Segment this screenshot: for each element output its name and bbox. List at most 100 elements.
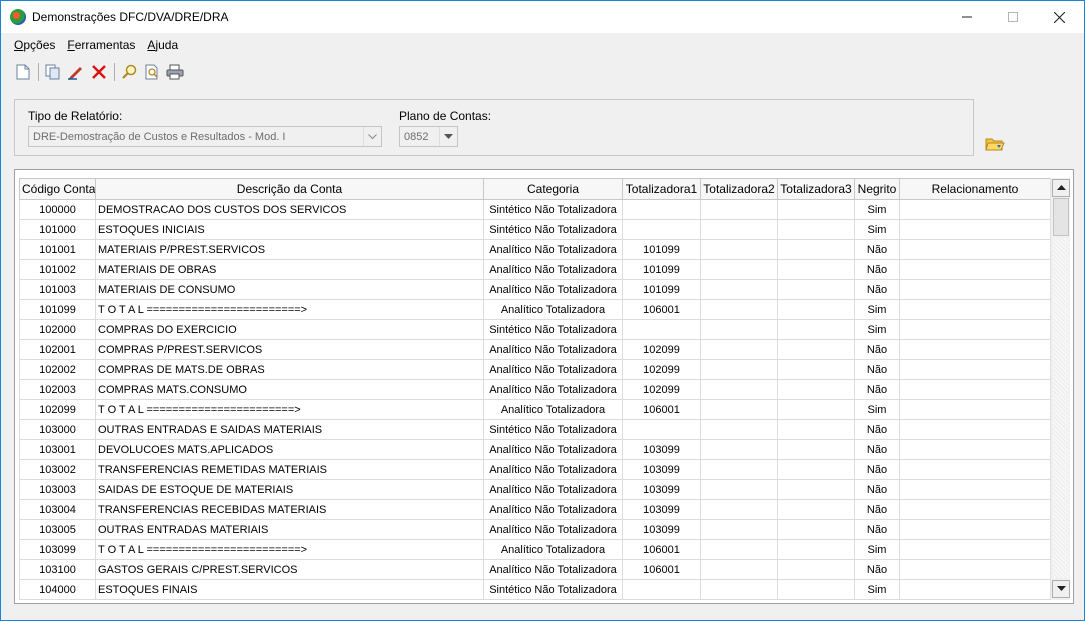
cell-negrito[interactable]: Não	[854, 459, 900, 480]
cell-totalizadora3[interactable]	[777, 579, 855, 600]
search-button[interactable]	[119, 62, 139, 82]
cell-negrito[interactable]: Não	[854, 359, 900, 380]
cell-categoria[interactable]: Sintético Não Totalizadora	[483, 219, 623, 240]
cell-relacionamento[interactable]	[899, 379, 1050, 400]
cell-totalizadora3[interactable]	[777, 319, 855, 340]
cell-relacionamento[interactable]	[899, 239, 1050, 260]
cell-totalizadora1[interactable]: 102099	[622, 379, 701, 400]
cell-negrito[interactable]: Não	[854, 499, 900, 520]
cell-totalizadora1[interactable]	[622, 579, 701, 600]
print-button[interactable]	[165, 62, 185, 82]
cell-codigo[interactable]: 102000	[19, 319, 96, 340]
cell-descricao[interactable]: OUTRAS ENTRADAS MATERIAIS	[95, 519, 484, 540]
scrollbar-thumb[interactable]	[1053, 198, 1069, 236]
cell-totalizadora3[interactable]	[777, 279, 855, 300]
table-row[interactable]: 103099 T O T A L ========================…	[19, 539, 1050, 560]
vertical-scrollbar[interactable]	[1050, 178, 1070, 600]
table-row[interactable]: 101001 MATERIAIS P/PREST.SERVICOS Analític…	[19, 239, 1050, 260]
cell-descricao[interactable]: DEMOSTRACAO DOS CUSTOS DOS SERVICOS	[95, 199, 484, 220]
cell-categoria[interactable]: Analítico Não Totalizadora	[483, 459, 623, 480]
report-type-dropdown[interactable]	[363, 127, 381, 146]
cell-categoria[interactable]: Analítico Não Totalizadora	[483, 499, 623, 520]
table-row[interactable]: 103100 GASTOS GERAIS C/PREST.SERVICOS Anal…	[19, 559, 1050, 580]
chart-of-accounts-dropdown[interactable]	[439, 127, 457, 146]
cell-totalizadora1[interactable]: 101099	[622, 279, 701, 300]
table-row[interactable]: 102003 COMPRAS MATS.CONSUMO Analítico Não …	[19, 379, 1050, 400]
open-folder-button[interactable]	[985, 135, 1005, 153]
cell-totalizadora1[interactable]: 103099	[622, 459, 701, 480]
cell-negrito[interactable]: Sim	[854, 299, 900, 320]
cell-descricao[interactable]: COMPRAS DE MATS.DE OBRAS	[95, 359, 484, 380]
cell-relacionamento[interactable]	[899, 299, 1050, 320]
cell-totalizadora1[interactable]	[622, 199, 701, 220]
column-header[interactable]: Totalizadora2	[700, 178, 778, 200]
cell-relacionamento[interactable]	[899, 499, 1050, 520]
cell-totalizadora3[interactable]	[777, 399, 855, 420]
cell-descricao[interactable]: TRANSFERENCIAS REMETIDAS MATERIAIS	[95, 459, 484, 480]
cell-descricao[interactable]: COMPRAS DO EXERCICIO	[95, 319, 484, 340]
cell-totalizadora1[interactable]: 103099	[622, 519, 701, 540]
cell-totalizadora2[interactable]	[700, 299, 778, 320]
cell-totalizadora3[interactable]	[777, 199, 855, 220]
table-row[interactable]: 103005 OUTRAS ENTRADAS MATERIAIS Analítico…	[19, 519, 1050, 540]
cell-totalizadora1[interactable]: 101099	[622, 259, 701, 280]
cell-totalizadora2[interactable]	[700, 579, 778, 600]
cell-negrito[interactable]: Não	[854, 519, 900, 540]
cell-totalizadora1[interactable]: 103099	[622, 479, 701, 500]
cell-categoria[interactable]: Analítico Totalizadora	[483, 539, 623, 560]
cell-totalizadora3[interactable]	[777, 239, 855, 260]
cell-relacionamento[interactable]	[899, 319, 1050, 340]
cell-totalizadora2[interactable]	[700, 239, 778, 260]
cell-totalizadora1[interactable]: 102099	[622, 359, 701, 380]
cell-codigo[interactable]: 101000	[19, 219, 96, 240]
delete-button[interactable]	[89, 62, 109, 82]
cell-totalizadora1[interactable]: 106001	[622, 539, 701, 560]
cell-totalizadora3[interactable]	[777, 219, 855, 240]
cell-negrito[interactable]: Não	[854, 339, 900, 360]
cell-descricao[interactable]: OUTRAS ENTRADAS E SAIDAS MATERIAIS	[95, 419, 484, 440]
cell-totalizadora2[interactable]	[700, 439, 778, 460]
cell-relacionamento[interactable]	[899, 579, 1050, 600]
cell-descricao[interactable]: T O T A L ========================>	[95, 539, 484, 560]
cell-codigo[interactable]: 103004	[19, 499, 96, 520]
cell-categoria[interactable]: Analítico Não Totalizadora	[483, 239, 623, 260]
cell-totalizadora3[interactable]	[777, 559, 855, 580]
cell-relacionamento[interactable]	[899, 339, 1050, 360]
cell-totalizadora1[interactable]	[622, 419, 701, 440]
cell-relacionamento[interactable]	[899, 479, 1050, 500]
cell-totalizadora3[interactable]	[777, 479, 855, 500]
scroll-down-button[interactable]	[1052, 580, 1070, 598]
cell-codigo[interactable]: 102001	[19, 339, 96, 360]
table-row[interactable]: 102099 T O T A L =======================>…	[19, 399, 1050, 420]
cell-totalizadora3[interactable]	[777, 419, 855, 440]
cell-negrito[interactable]: Não	[854, 259, 900, 280]
cell-codigo[interactable]: 101099	[19, 299, 96, 320]
scrollbar-track[interactable]	[1053, 238, 1069, 578]
table-row[interactable]: 102000 COMPRAS DO EXERCICIO Sintético Não …	[19, 319, 1050, 340]
cell-totalizadora3[interactable]	[777, 359, 855, 380]
cell-codigo[interactable]: 104000	[19, 579, 96, 600]
cell-negrito[interactable]: Não	[854, 419, 900, 440]
cell-codigo[interactable]: 103100	[19, 559, 96, 580]
cell-categoria[interactable]: Analítico Totalizadora	[483, 399, 623, 420]
cell-totalizadora3[interactable]	[777, 339, 855, 360]
cell-descricao[interactable]: GASTOS GERAIS C/PREST.SERVICOS	[95, 559, 484, 580]
cell-codigo[interactable]: 101002	[19, 259, 96, 280]
cell-relacionamento[interactable]	[899, 419, 1050, 440]
cell-totalizadora2[interactable]	[700, 279, 778, 300]
cell-descricao[interactable]: SAIDAS DE ESTOQUE DE MATERIAIS	[95, 479, 484, 500]
scroll-up-button[interactable]	[1052, 179, 1070, 197]
cell-totalizadora2[interactable]	[700, 559, 778, 580]
cell-descricao[interactable]: COMPRAS MATS.CONSUMO	[95, 379, 484, 400]
cell-negrito[interactable]: Não	[854, 379, 900, 400]
cell-totalizadora2[interactable]	[700, 259, 778, 280]
cell-totalizadora1[interactable]	[622, 319, 701, 340]
column-header[interactable]: Relacionamento	[899, 178, 1050, 200]
table-row[interactable]: 103000 OUTRAS ENTRADAS E SAIDAS MATERIAIS…	[19, 419, 1050, 440]
table-row[interactable]: 104000 ESTOQUES FINAIS Sintético Não Total…	[19, 579, 1050, 600]
cell-descricao[interactable]: TRANSFERENCIAS RECEBIDAS MATERIAIS	[95, 499, 484, 520]
close-button[interactable]	[1036, 1, 1082, 33]
column-header[interactable]: Negrito	[854, 178, 900, 200]
new-button[interactable]	[13, 62, 33, 82]
cell-categoria[interactable]: Sintético Não Totalizadora	[483, 199, 623, 220]
